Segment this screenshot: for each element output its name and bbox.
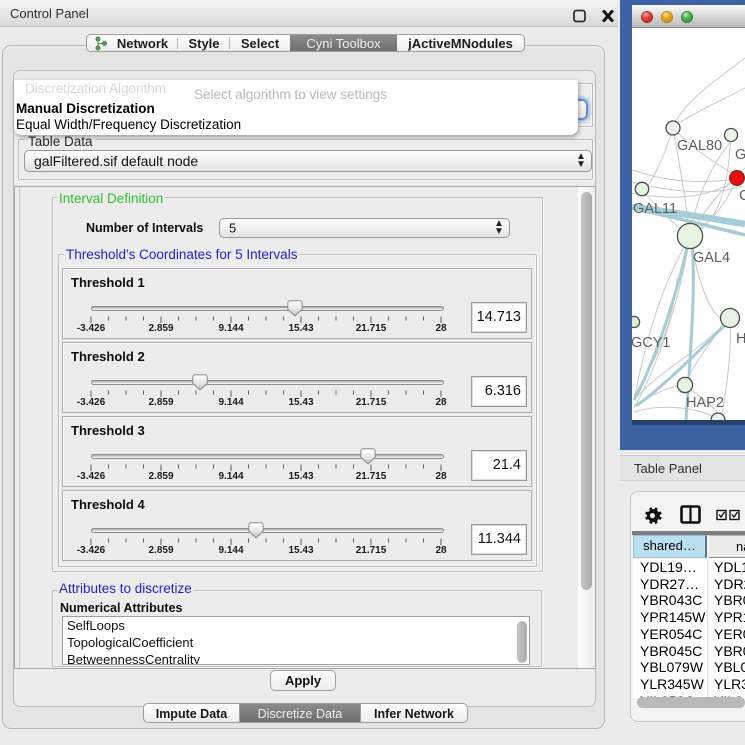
svg-text:GAL80: GAL80 [677, 138, 722, 154]
svg-text:G: G [735, 147, 745, 163]
svg-text:GAL4: GAL4 [693, 250, 730, 266]
svg-text:C: C [739, 188, 745, 204]
svg-text:H: H [736, 331, 745, 347]
svg-text:GCY1: GCY1 [632, 335, 671, 351]
svg-text:GAL11: GAL11 [633, 201, 677, 217]
svg-text:HAP2: HAP2 [686, 395, 724, 411]
